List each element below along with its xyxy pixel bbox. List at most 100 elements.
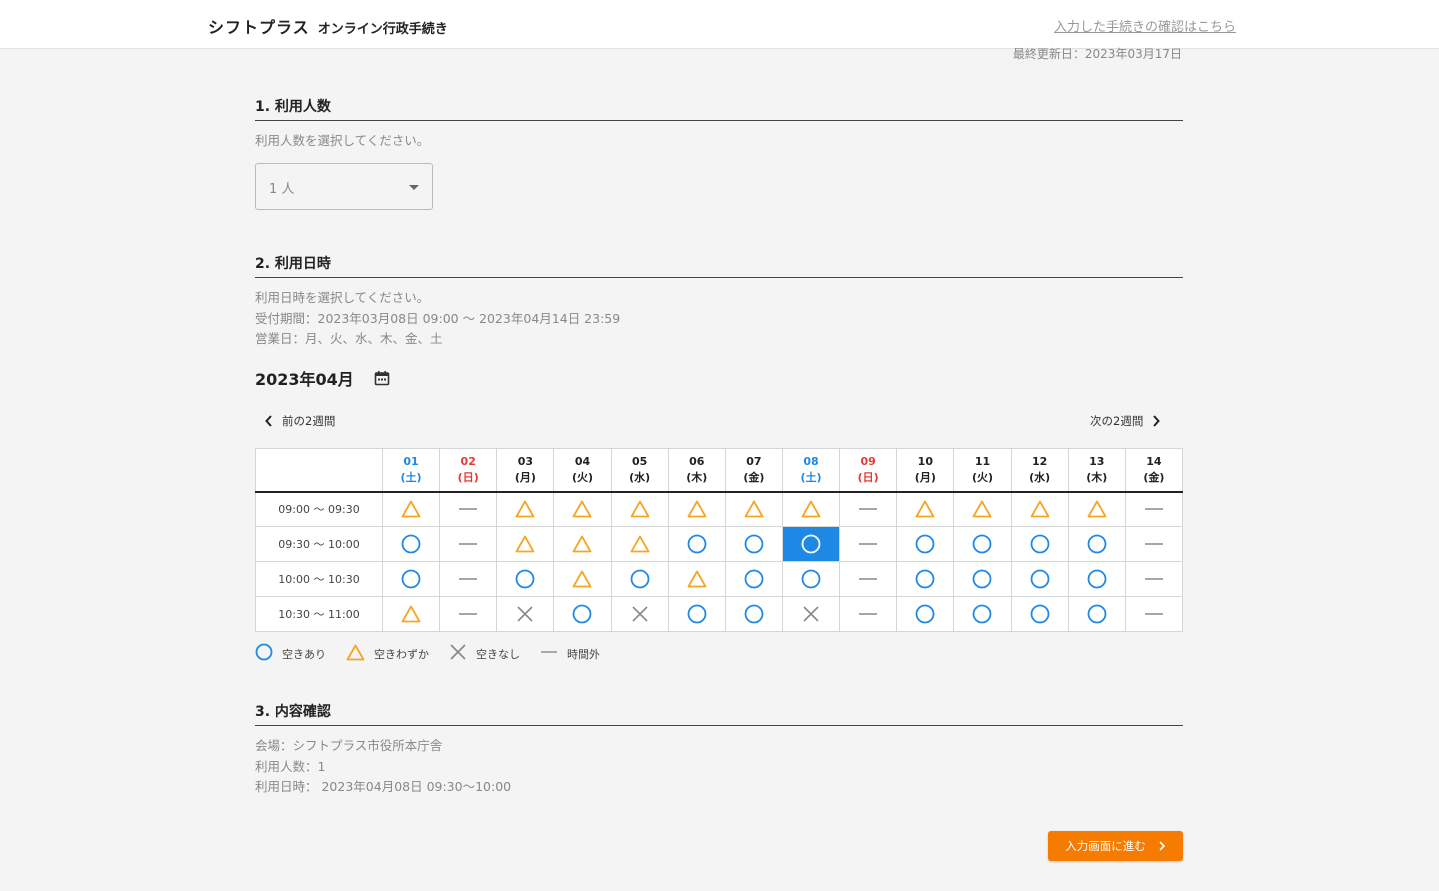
section-people: 1. 利用人数 利用人数を選択してください。 1 人 (255, 96, 1183, 210)
triangle-icon (669, 570, 725, 588)
next-two-weeks-button[interactable]: 次の2週間 (1090, 413, 1161, 429)
slot-cell[interactable] (381, 561, 441, 597)
day-of-week: (土) (400, 470, 422, 484)
cross-icon (612, 605, 668, 623)
slot-cell[interactable] (667, 526, 726, 562)
dash-icon (440, 506, 496, 512)
slot-cell[interactable] (953, 561, 1012, 597)
day-header: 08 (土) (781, 448, 841, 493)
slot-cell[interactable] (1010, 561, 1069, 597)
day-header: 13 (木) (1067, 448, 1126, 493)
brand[interactable]: シフトプラス オンライン行政手続き (208, 14, 448, 38)
slot-cell[interactable] (496, 526, 555, 562)
slot-cell[interactable] (553, 596, 612, 632)
slot-cell (439, 561, 498, 597)
slot-cell[interactable] (896, 526, 955, 562)
section-instruction: 利用日時を選択してください。 (255, 290, 430, 305)
slot-cell[interactable] (610, 491, 669, 527)
day-date: 13 (1089, 454, 1105, 468)
day-header: 04 (火) (553, 448, 612, 493)
slot-cell (496, 596, 555, 632)
day-date: 04 (574, 454, 591, 468)
slot-cell[interactable] (953, 596, 1012, 632)
slot-cell[interactable] (896, 596, 955, 632)
section-datetime: 2. 利用日時 利用日時を選択してください。 受付期間：2023年03月08日 … (255, 253, 1183, 350)
slot-cell[interactable] (667, 491, 726, 527)
triangle-icon (726, 500, 782, 518)
slot-cell[interactable] (553, 491, 612, 527)
confirm-datetime: 利用日時： 2023年04月08日 09:30〜10:00 (255, 779, 512, 794)
day-header: 11 (火) (953, 448, 1012, 493)
day-of-week: (木) (1086, 470, 1108, 484)
slot-cell (1124, 526, 1184, 562)
legend-label: 空きわずか (374, 647, 429, 661)
confirm-procedure-link[interactable]: 入力した手続きの確認はこちら (1054, 16, 1236, 35)
slot-cell[interactable] (1067, 526, 1126, 562)
people-select[interactable]: 1 人 (255, 162, 433, 210)
slot-cell[interactable] (724, 526, 783, 562)
triangle-icon (954, 500, 1010, 518)
slot-cell[interactable] (667, 561, 726, 597)
circle-icon (669, 604, 725, 624)
section-title: 1. 利用人数 (255, 96, 1183, 121)
slot-cell[interactable] (553, 561, 612, 597)
day-of-week: (金) (743, 470, 765, 484)
table-row: 09:00 〜 09:30 (255, 491, 1184, 527)
proceed-button[interactable]: 入力画面に進む (1048, 831, 1183, 861)
cross-icon (449, 643, 476, 664)
slot-cell (839, 491, 898, 527)
slot-cell[interactable] (1067, 596, 1126, 632)
slot-cell[interactable] (896, 491, 955, 527)
slot-cell[interactable] (610, 526, 669, 562)
day-header: 02 (日) (439, 448, 498, 493)
circle-icon (383, 569, 439, 589)
circle-icon (612, 569, 668, 589)
triangle-icon (383, 500, 439, 518)
slot-cell[interactable] (781, 491, 841, 527)
dash-icon (840, 576, 896, 582)
slot-cell[interactable] (381, 526, 441, 562)
slot-cell[interactable] (1067, 561, 1126, 597)
slot-cell[interactable] (381, 596, 441, 632)
slot-cell[interactable] (496, 561, 555, 597)
slot-cell (1124, 561, 1184, 597)
circle-icon (554, 604, 610, 624)
app-header: シフトプラス オンライン行政手続き 入力した手続きの確認はこちら (0, 0, 1439, 49)
prev-two-weeks-button[interactable]: 前の2週間 (264, 413, 335, 429)
triangle-icon (554, 500, 610, 518)
slot-cell[interactable] (1010, 596, 1069, 632)
day-header: 05 (水) (610, 448, 669, 493)
day-of-week: (水) (1029, 470, 1051, 484)
triangle-icon (497, 500, 553, 518)
chevron-left-icon (264, 414, 274, 428)
slot-cell[interactable] (1010, 491, 1069, 527)
slot-cell-selected[interactable] (781, 526, 841, 562)
slot-cell (439, 526, 498, 562)
slot-cell[interactable] (953, 491, 1012, 527)
circle-icon (726, 569, 782, 589)
triangle-icon (383, 605, 439, 623)
slot-cell[interactable] (896, 561, 955, 597)
legend-few: 空きわずか (346, 644, 429, 664)
day-header: 07 (金) (724, 448, 783, 493)
calendar-icon[interactable] (374, 370, 390, 386)
slot-cell (839, 526, 898, 562)
slot-cell[interactable] (610, 561, 669, 597)
dash-icon (540, 643, 567, 664)
slot-cell[interactable] (1067, 491, 1126, 527)
slot-cell[interactable] (381, 491, 441, 527)
slot-cell[interactable] (496, 491, 555, 527)
slot-cell[interactable] (553, 526, 612, 562)
slot-cell[interactable] (667, 596, 726, 632)
triangle-icon (497, 535, 553, 553)
slot-cell[interactable] (1010, 526, 1069, 562)
slot-cell[interactable] (953, 526, 1012, 562)
circle-icon (383, 534, 439, 554)
slot-cell[interactable] (724, 491, 783, 527)
slot-cell[interactable] (724, 561, 783, 597)
slot-cell[interactable] (781, 561, 841, 597)
slot-cell[interactable] (724, 596, 783, 632)
day-date: 09 (860, 454, 876, 468)
table-row: 10:30 〜 11:00 (255, 596, 1184, 632)
circle-icon (1069, 534, 1125, 554)
